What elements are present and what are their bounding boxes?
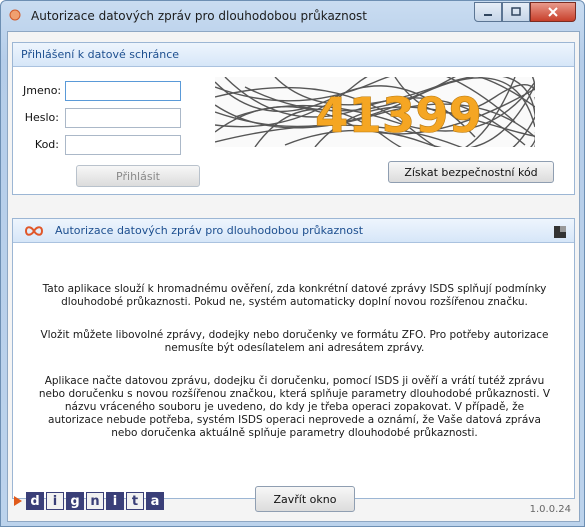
description-paragraph-3: Aplikace načte datovou zprávu, dodejku č…: [38, 375, 551, 439]
code-input[interactable]: [65, 135, 181, 155]
maximize-button[interactable]: [502, 2, 530, 22]
login-button[interactable]: Přihlásit: [76, 165, 200, 187]
minimize-icon: [484, 14, 492, 16]
title-bar[interactable]: Autorizace datových zpráv pro dlouhodobo…: [1, 1, 584, 31]
captcha-image: 41399: [215, 77, 535, 147]
app-icon: [9, 9, 21, 21]
maximize-icon: [511, 7, 521, 16]
app-window: Autorizace datových zpráv pro dlouhodobo…: [0, 0, 585, 527]
auth-panel-title: Autorizace datových zpráv pro dlouhodobo…: [55, 224, 364, 237]
password-label: Heslo:: [24, 111, 59, 124]
password-input[interactable]: [65, 108, 181, 128]
captcha-text: 41399: [315, 88, 482, 144]
minimize-button[interactable]: [474, 2, 502, 22]
username-input[interactable]: [65, 81, 181, 101]
close-button[interactable]: [530, 2, 576, 22]
description-paragraph-2: Vložit můžete libovolné zprávy, dodejky …: [40, 329, 549, 354]
get-code-button[interactable]: Získat bezpečnostní kód: [388, 161, 554, 183]
captcha-noise: 41399: [215, 77, 535, 147]
auth-panel-header: Autorizace datových zpráv pro dlouhodobo…: [13, 219, 574, 243]
code-label: Kod:: [34, 138, 59, 151]
footer: d i g n i t a Zavřít okno 1.0.0.24: [8, 480, 579, 520]
login-panel-header: Přihlášení k datové schránce: [13, 43, 574, 67]
client-area: Přihlášení k datové schránce Jmeno: Hesl…: [7, 31, 580, 522]
window-title: Autorizace datových zpráv pro dlouhodobo…: [31, 9, 368, 23]
grid-icon[interactable]: [554, 226, 566, 238]
version-label: 1.0.0.24: [529, 504, 571, 515]
auth-panel: Autorizace datových zpráv pro dlouhodobo…: [12, 218, 575, 499]
close-window-button[interactable]: Zavřít okno: [255, 486, 355, 512]
username-label: Jmeno:: [23, 84, 62, 97]
brand-arrow-icon: [14, 496, 22, 506]
login-panel: Přihlášení k datové schránce Jmeno: Hesl…: [12, 42, 575, 195]
brand-letters: d i g n i t a: [26, 492, 166, 510]
window-controls: [474, 2, 576, 22]
close-icon: [548, 7, 558, 17]
description-paragraph-1: Tato aplikace slouží k hromadnému ověřen…: [42, 283, 547, 308]
infinity-icon: [25, 225, 43, 236]
dignita-logo: d i g n i t a: [14, 492, 166, 510]
